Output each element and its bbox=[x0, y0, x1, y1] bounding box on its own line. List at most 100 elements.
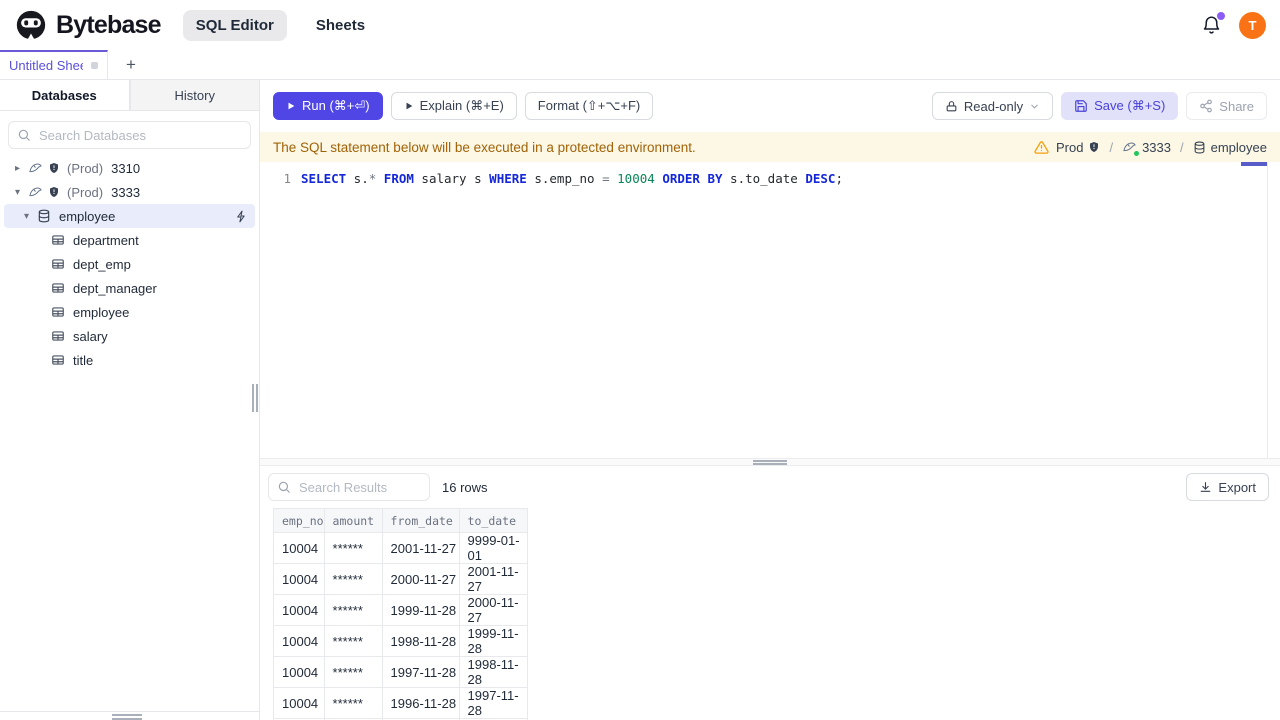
caret-right-icon[interactable]: ▸ bbox=[12, 163, 23, 174]
sheet-tab-strip: Untitled Sheet + bbox=[0, 50, 1280, 80]
instance-crumb[interactable]: 3333 bbox=[1122, 140, 1171, 156]
sheet-tab-label: Untitled Sheet bbox=[9, 58, 83, 73]
sql-editor[interactable]: 1 SELECT s.* FROM salary s WHERE s.emp_n… bbox=[260, 162, 1280, 458]
cell-emp_no: 10004 bbox=[273, 532, 325, 564]
database-crumb[interactable]: employee bbox=[1193, 140, 1267, 155]
table-icon bbox=[51, 329, 65, 343]
environment-label: (Prod) bbox=[67, 184, 104, 200]
shield-icon bbox=[48, 186, 60, 198]
sql-token-plain: s. bbox=[346, 171, 369, 186]
tab-history[interactable]: History bbox=[129, 80, 259, 110]
table-name: salary bbox=[73, 328, 108, 344]
save-button[interactable]: Save (⌘+S) bbox=[1061, 92, 1179, 120]
cell-emp_no: 10004 bbox=[273, 656, 325, 688]
database-tree: ▸ (Prod) 3310 ▾ (Prod) 3333 ▾ employee departmen… bbox=[0, 156, 259, 372]
sidebar-bottom-splitter[interactable] bbox=[0, 711, 259, 720]
table-name: dept_emp bbox=[73, 256, 131, 272]
format-button[interactable]: Format (⇧+⌥+F) bbox=[524, 92, 654, 120]
caret-down-icon[interactable]: ▾ bbox=[12, 187, 23, 198]
top-bar-right: T bbox=[1201, 11, 1266, 39]
cell-amount: ****** bbox=[323, 656, 383, 688]
sql-line: 1 SELECT s.* FROM salary s WHERE s.emp_n… bbox=[260, 162, 1280, 188]
notification-bell-icon[interactable] bbox=[1201, 11, 1225, 36]
table-row: 10004 ****** 1999-11-28 2000-11-27 bbox=[273, 594, 528, 626]
connection-status-dot bbox=[1134, 150, 1140, 156]
readonly-mode-button[interactable]: Read-only bbox=[931, 92, 1054, 120]
table-icon bbox=[51, 281, 65, 295]
tab-databases[interactable]: Databases bbox=[0, 80, 130, 110]
sidebar-resize-handle[interactable] bbox=[250, 384, 259, 412]
lock-icon bbox=[945, 100, 958, 113]
sql-token-plain: s.emp_no bbox=[526, 171, 603, 186]
database-search[interactable] bbox=[8, 121, 251, 149]
database-search-input[interactable] bbox=[37, 126, 242, 144]
shield-icon bbox=[1088, 141, 1100, 153]
sql-code[interactable]: SELECT s.* FROM salary s WHERE s.emp_no … bbox=[301, 169, 843, 188]
cell-amount: ****** bbox=[323, 532, 383, 564]
play-icon bbox=[404, 101, 414, 111]
table-icon bbox=[51, 305, 65, 319]
sidebar-tabs: Databases History bbox=[0, 80, 259, 111]
sql-token-number: 10004 bbox=[617, 171, 655, 186]
sql-token-keyword: FROM bbox=[383, 171, 414, 186]
cell-to_date: 1999-11-28 bbox=[458, 625, 528, 657]
explain-button[interactable]: Explain (⌘+E) bbox=[390, 92, 517, 120]
sql-token-plain: s.to_date bbox=[722, 171, 806, 186]
new-sheet-button[interactable]: + bbox=[120, 54, 142, 75]
column-header-emp_no: emp_no bbox=[273, 508, 325, 533]
tree-table-dept_manager[interactable]: dept_manager bbox=[0, 276, 259, 300]
instance-name: 3333 bbox=[111, 184, 141, 200]
sql-token-keyword: WHERE bbox=[489, 171, 527, 186]
database-icon bbox=[1193, 141, 1206, 154]
table-icon bbox=[51, 353, 65, 367]
nav-sheets[interactable]: Sheets bbox=[303, 10, 378, 41]
toolbar-right: Read-only Save (⌘+S) Share bbox=[931, 92, 1267, 120]
tab-untitled-sheet[interactable]: Untitled Sheet bbox=[0, 50, 108, 79]
database-icon bbox=[37, 209, 51, 223]
protected-environment-banner: The SQL statement below will be executed… bbox=[260, 132, 1280, 162]
results-resize-handle[interactable] bbox=[260, 458, 1280, 466]
lightning-icon[interactable] bbox=[235, 210, 248, 223]
drag-handle-icon bbox=[753, 459, 787, 465]
cell-amount: ****** bbox=[323, 687, 383, 719]
tree-table-employee[interactable]: employee bbox=[0, 300, 259, 324]
brand-title: Bytebase bbox=[56, 10, 162, 39]
cell-emp_no: 10004 bbox=[273, 625, 325, 657]
table-name: title bbox=[73, 352, 94, 368]
table-row: 10004 ****** 2000-11-27 2001-11-27 bbox=[273, 563, 528, 595]
environment-crumb[interactable]: Prod bbox=[1056, 140, 1100, 155]
tree-table-dept_emp[interactable]: dept_emp bbox=[0, 252, 259, 276]
tree-table-department[interactable]: department bbox=[0, 228, 259, 252]
cell-from_date: 1999-11-28 bbox=[381, 594, 460, 626]
cell-to_date: 2001-11-27 bbox=[458, 563, 528, 595]
share-button[interactable]: Share bbox=[1186, 92, 1267, 120]
bytebase-logo-icon bbox=[14, 8, 48, 42]
avatar[interactable]: T bbox=[1239, 11, 1266, 39]
main-content: Run (⌘+⏎) Explain (⌘+E) Format (⇧+⌥+F) R… bbox=[260, 80, 1280, 720]
nav-sql-editor[interactable]: SQL Editor bbox=[182, 9, 287, 41]
chevron-down-icon bbox=[1029, 101, 1040, 112]
results-header-row: emp_no amount from_date to_date bbox=[273, 508, 528, 533]
tree-table-title[interactable]: title bbox=[0, 348, 259, 372]
tree-table-salary[interactable]: salary bbox=[0, 324, 259, 348]
cell-to_date: 1997-11-28 bbox=[458, 687, 528, 719]
results-search[interactable] bbox=[268, 473, 430, 501]
unsaved-dot-icon bbox=[91, 62, 98, 69]
caret-down-icon[interactable]: ▾ bbox=[21, 211, 32, 222]
line-number: 1 bbox=[283, 171, 291, 186]
tree-database-employee[interactable]: ▾ employee bbox=[4, 204, 255, 228]
mysql-icon bbox=[28, 185, 43, 200]
results-search-input[interactable] bbox=[297, 478, 421, 496]
table-row: 10004 ****** 1996-11-28 1997-11-28 bbox=[273, 687, 528, 719]
connection-breadcrumb: Prod / 3333 / employee bbox=[1034, 140, 1267, 156]
run-button[interactable]: Run (⌘+⏎) bbox=[273, 92, 383, 120]
tree-instance-3310[interactable]: ▸ (Prod) 3310 bbox=[0, 156, 259, 180]
export-button[interactable]: Export bbox=[1186, 473, 1269, 501]
cell-from_date: 2000-11-27 bbox=[381, 563, 460, 595]
sql-token-plain bbox=[610, 171, 618, 186]
tree-instance-3333[interactable]: ▾ (Prod) 3333 bbox=[0, 180, 259, 204]
editor-toolbar: Run (⌘+⏎) Explain (⌘+E) Format (⇧+⌥+F) R… bbox=[260, 80, 1280, 132]
sql-token-plain: ; bbox=[835, 171, 843, 186]
cell-from_date: 2001-11-27 bbox=[381, 532, 460, 564]
cell-amount: ****** bbox=[323, 563, 383, 595]
